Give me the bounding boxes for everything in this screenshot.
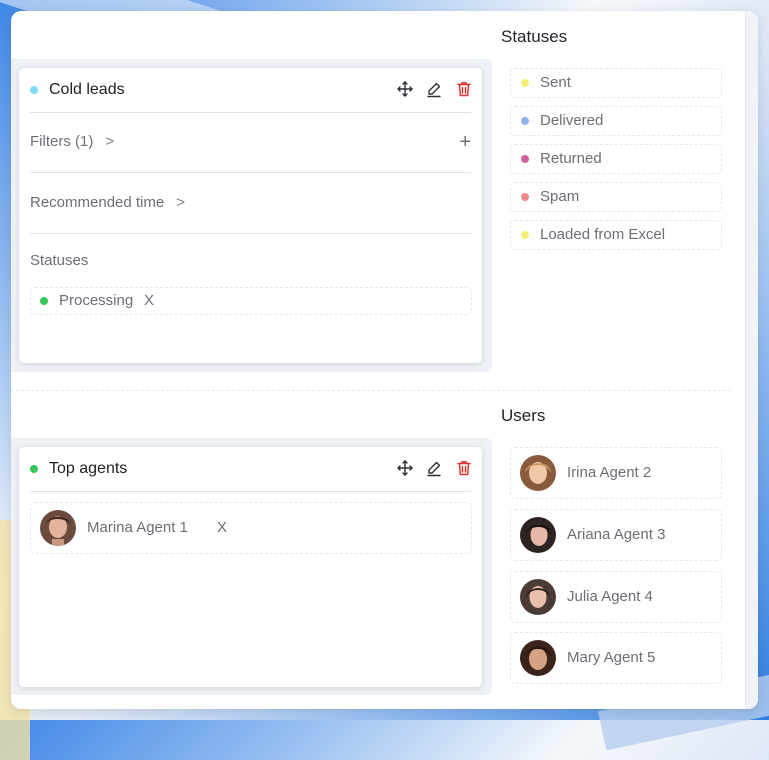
status-item-loaded-from-excel[interactable]: Loaded from Excel [510, 220, 722, 250]
filters-row[interactable]: Filters (1) > [30, 133, 114, 150]
avatar-photo [520, 455, 556, 491]
section-divider [11, 390, 731, 391]
user-item-mary[interactable]: Mary Agent 5 [510, 632, 722, 684]
card-header: Cold leads [19, 68, 482, 112]
scrollbar-track[interactable] [745, 11, 758, 709]
avatar-photo [40, 510, 76, 546]
status-label: Processing [59, 292, 134, 309]
chevron-right-icon: > [176, 194, 185, 211]
group-color-dot [30, 86, 38, 94]
status-color-dot [521, 231, 529, 239]
status-label: Delivered [540, 112, 604, 129]
statuses-label: Statuses [30, 252, 89, 269]
filters-label: Filters (1) [30, 133, 94, 150]
remove-status-icon[interactable]: X [144, 292, 154, 309]
statuses-panel-title: Statuses [501, 27, 568, 46]
user-item-julia[interactable]: Julia Agent 4 [510, 571, 722, 623]
top-agents-card: Top agents Marina Agent 1 X [19, 447, 482, 687]
users-panel-title: Users [501, 406, 546, 425]
pencil-icon[interactable] [425, 80, 443, 98]
status-label: Spam [540, 188, 580, 205]
avatar-photo [520, 517, 556, 553]
status-item-spam[interactable]: Spam [510, 182, 722, 212]
selected-status-chip[interactable]: Processing X [30, 287, 472, 315]
status-color-dot [40, 297, 48, 305]
divider [30, 233, 471, 234]
status-item-returned[interactable]: Returned [510, 144, 722, 174]
divider [30, 112, 471, 113]
status-label: Returned [540, 150, 602, 167]
user-item-ariana[interactable]: Ariana Agent 3 [510, 509, 722, 561]
user-name: Mary Agent 5 [567, 649, 656, 666]
move-icon[interactable] [396, 80, 414, 98]
trash-icon[interactable] [455, 80, 473, 98]
app-window: Cold leads Filters (1) > + Recommended t… [11, 11, 758, 709]
status-label: Loaded from Excel [540, 226, 666, 243]
card-title: Top agents [49, 460, 128, 477]
user-name: Ariana Agent 3 [567, 526, 666, 543]
avatar-photo [520, 579, 556, 615]
user-name: Marina Agent 1 [87, 519, 188, 536]
status-label: Sent [540, 74, 571, 91]
cold-leads-card: Cold leads Filters (1) > + Recommended t… [19, 68, 482, 363]
chevron-right-icon: > [105, 133, 115, 150]
status-item-delivered[interactable]: Delivered [510, 106, 722, 136]
user-name: Julia Agent 4 [567, 588, 653, 605]
user-name: Irina Agent 2 [567, 464, 652, 481]
divider [30, 491, 471, 492]
remove-user-icon[interactable]: X [217, 519, 227, 536]
avatar-photo [520, 640, 556, 676]
card-title: Cold leads [49, 81, 125, 98]
status-color-dot [521, 155, 529, 163]
divider [30, 172, 471, 173]
status-item-sent[interactable]: Sent [510, 68, 722, 98]
user-item-irina[interactable]: Irina Agent 2 [510, 447, 722, 499]
trash-icon[interactable] [455, 459, 473, 477]
group-color-dot [30, 465, 38, 473]
status-color-dot [521, 193, 529, 201]
pencil-icon[interactable] [425, 459, 443, 477]
move-icon[interactable] [396, 459, 414, 477]
card-header: Top agents [19, 447, 482, 491]
status-color-dot [521, 117, 529, 125]
recommended-time-row[interactable]: Recommended time > [30, 194, 185, 211]
add-filter-icon[interactable]: + [459, 132, 471, 152]
status-color-dot [521, 79, 529, 87]
selected-user-chip[interactable]: Marina Agent 1 X [30, 502, 472, 554]
recommended-time-label: Recommended time [30, 194, 165, 211]
